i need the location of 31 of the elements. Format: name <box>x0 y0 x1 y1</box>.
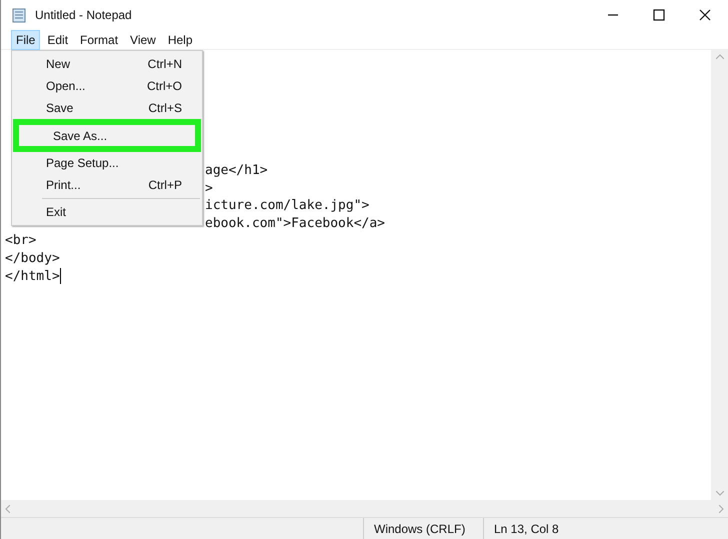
code-line: > <box>205 180 213 198</box>
scroll-right-icon[interactable] <box>719 504 724 512</box>
menu-option[interactable]: Open... Ctrl+O <box>12 75 202 97</box>
status-text: Windows (CRLF) <box>374 520 466 538</box>
menu-option[interactable]: Save Ctrl+S <box>12 97 202 119</box>
window-title: Untitled - Notepad <box>35 7 132 24</box>
code-line: </body> <box>5 250 60 268</box>
horizontal-scrollbar[interactable] <box>1 500 728 517</box>
scroll-down-icon[interactable] <box>716 491 724 496</box>
scroll-up-icon[interactable] <box>716 54 724 59</box>
menu-option[interactable]: Exit <box>12 201 202 223</box>
code-line: age</h1> <box>205 162 268 180</box>
menu-option[interactable]: Print... Ctrl+P <box>12 174 202 196</box>
code-line: ebook.com">Facebook</a> <box>205 214 386 232</box>
notepad-icon <box>11 7 27 23</box>
menu-item[interactable]: Format <box>75 30 124 50</box>
menu-item[interactable]: View <box>125 30 161 50</box>
code-line: icture.com/lake.jpg"> <box>205 197 370 215</box>
menu-option[interactable]: Save As... <box>13 119 201 152</box>
code-line: <br> <box>5 232 36 250</box>
scroll-left-icon[interactable] <box>5 504 10 512</box>
menu-option[interactable]: New Ctrl+N <box>12 53 202 75</box>
menu-item[interactable]: File <box>11 30 40 50</box>
menu-item[interactable]: Edit <box>42 30 74 50</box>
menu-item[interactable]: Help <box>162 30 198 50</box>
close-icon <box>699 9 711 21</box>
menu-option[interactable]: Page Setup... <box>12 152 202 174</box>
code-line: </html> <box>5 268 60 286</box>
status-text: Ln 13, Col 8 <box>494 520 559 538</box>
maximize-icon <box>653 9 665 21</box>
vertical-scrollbar[interactable] <box>711 50 728 500</box>
